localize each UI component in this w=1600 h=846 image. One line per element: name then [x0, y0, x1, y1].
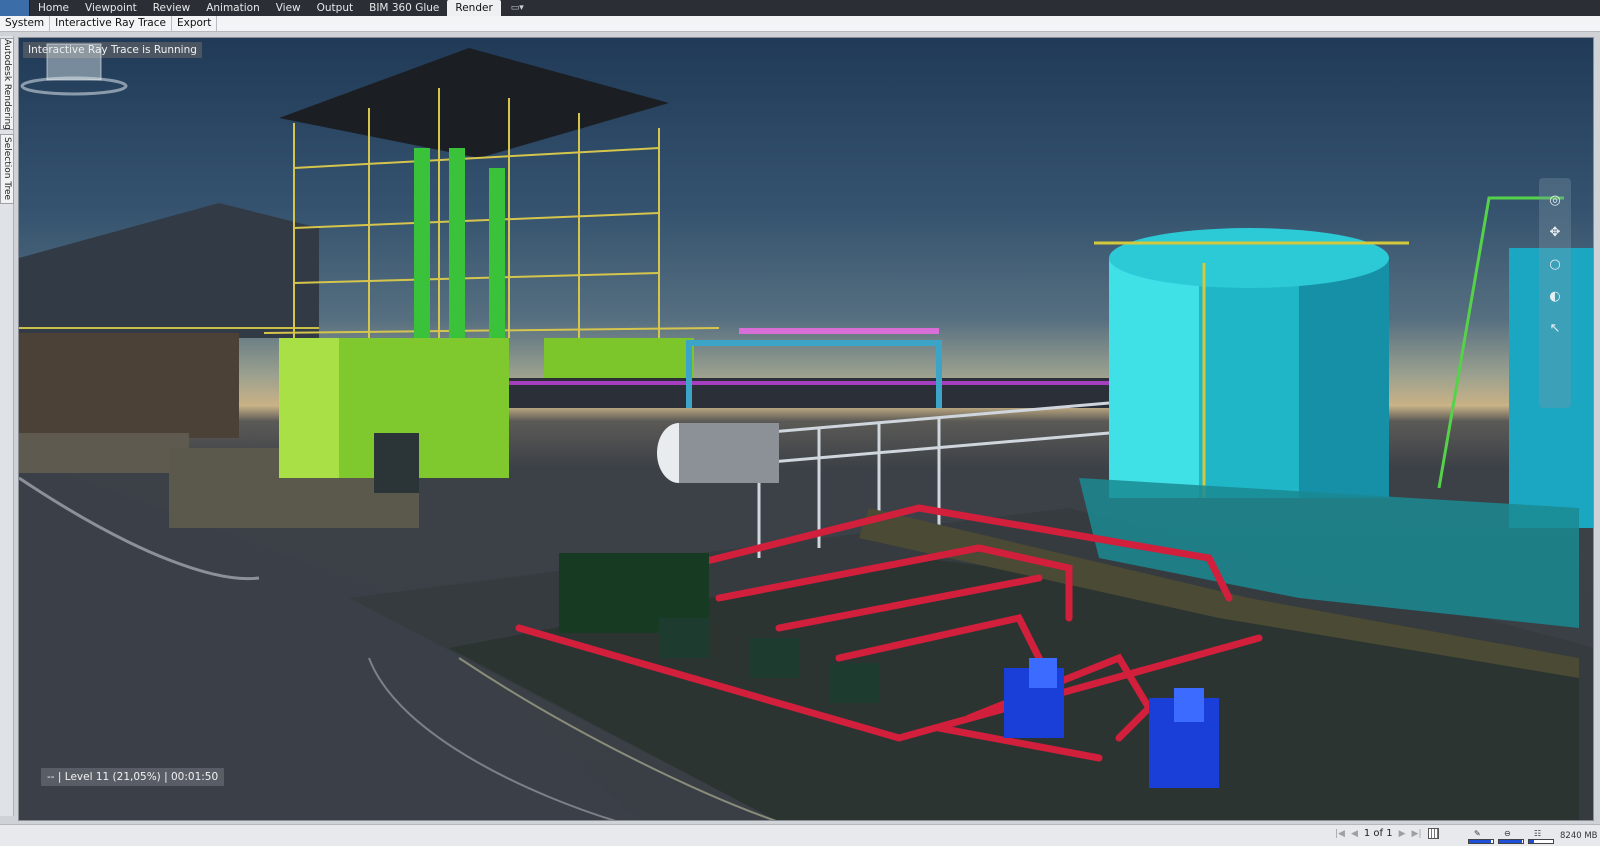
tab-home[interactable]: Home [30, 0, 77, 16]
render-viewport[interactable]: Interactive Ray Trace is Running -- | Le… [18, 37, 1594, 821]
sheet-browser-icon[interactable] [1427, 828, 1439, 839]
render-progress-label: -- | Level 11 (21,05%) | 00:01:50 [41, 768, 225, 786]
disk-icon: ⊖ [1504, 829, 1511, 838]
dock-tab-selection-tree[interactable]: Selection Tree [0, 134, 14, 204]
pencil-progress-fill [1469, 840, 1491, 843]
server-icon: ☷ [1534, 829, 1542, 838]
page-indicator: 1 of 1 [1363, 828, 1393, 839]
status-bar: |◀ ◀ 1 of 1 ▶ ▶| ✎ ⊖ ☷ 8240 MB [0, 824, 1600, 846]
first-page-icon[interactable]: |◀ [1335, 829, 1345, 839]
panel-interactive-ray-trace[interactable]: Interactive Ray Trace [50, 16, 172, 31]
next-page-icon[interactable]: ▶ [1399, 829, 1406, 839]
performance-indicators: ✎ ⊖ ☷ 8240 MB [1468, 827, 1598, 845]
ribbon-tab-bar: Home Viewpoint Review Animation View Out… [0, 0, 1600, 16]
dock-tab-label: Selection Tree [2, 137, 12, 201]
tab-review[interactable]: Review [145, 0, 198, 16]
look-icon[interactable]: ◐ [1548, 290, 1562, 304]
pan-icon[interactable]: ✥ [1548, 226, 1562, 240]
web-server-progress-fill [1529, 840, 1534, 843]
disk-progress-fill [1499, 840, 1522, 843]
previous-page-icon[interactable]: ◀ [1351, 829, 1358, 839]
sheet-pager: |◀ ◀ 1 of 1 ▶ ▶| [1335, 828, 1439, 839]
tab-animation[interactable]: Animation [198, 0, 268, 16]
web-server-progress-indicator: ☷ [1528, 829, 1554, 845]
tab-output[interactable]: Output [309, 0, 361, 16]
rendered-scene [19, 48, 1593, 820]
pencil-progress-indicator: ✎ [1468, 829, 1494, 845]
tab-view[interactable]: View [268, 0, 309, 16]
dock-tab-label: Autodesk Rendering [2, 38, 12, 130]
dock-tab-autodesk-rendering[interactable]: Autodesk Rendering [0, 38, 14, 130]
render-panel-bar: System Interactive Ray Trace Export [0, 16, 1600, 32]
application-menu-button[interactable] [0, 0, 30, 16]
steering-wheel-icon[interactable]: ◎ [1548, 194, 1562, 208]
orbit-icon[interactable]: ○ [1548, 258, 1562, 272]
navigation-bar: ◎ ✥ ○ ◐ ↖ [1539, 178, 1571, 408]
last-page-icon[interactable]: ▶| [1412, 829, 1422, 839]
tab-viewpoint[interactable]: Viewpoint [77, 0, 145, 16]
ribbon-options-dropdown-icon[interactable]: ▭▾ [511, 0, 524, 16]
left-dock: Autodesk Rendering Selection Tree [0, 36, 14, 816]
tab-bim-360-glue[interactable]: BIM 360 Glue [361, 0, 447, 16]
pencil-icon: ✎ [1474, 829, 1481, 838]
panel-system[interactable]: System [0, 16, 51, 31]
memory-usage-label: 8240 MB [1560, 831, 1598, 841]
tab-render[interactable]: Render [447, 0, 501, 16]
panel-export[interactable]: Export [172, 16, 218, 31]
disk-progress-indicator: ⊖ [1498, 829, 1524, 845]
viewcube-icon[interactable] [19, 38, 129, 98]
select-icon[interactable]: ↖ [1548, 322, 1562, 336]
